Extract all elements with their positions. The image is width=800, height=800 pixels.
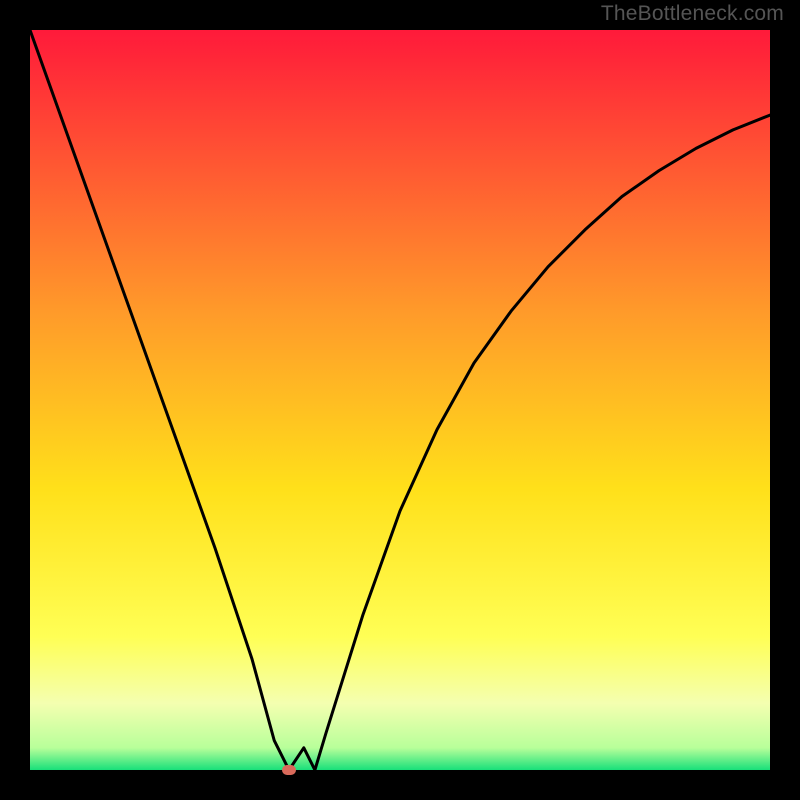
gradient-background <box>30 30 770 770</box>
watermark-text: TheBottleneck.com <box>601 2 784 26</box>
plot-area <box>30 30 770 770</box>
bottleneck-curve <box>30 30 770 770</box>
optimal-point-marker <box>282 765 296 775</box>
chart-frame: TheBottleneck.com <box>0 0 800 800</box>
